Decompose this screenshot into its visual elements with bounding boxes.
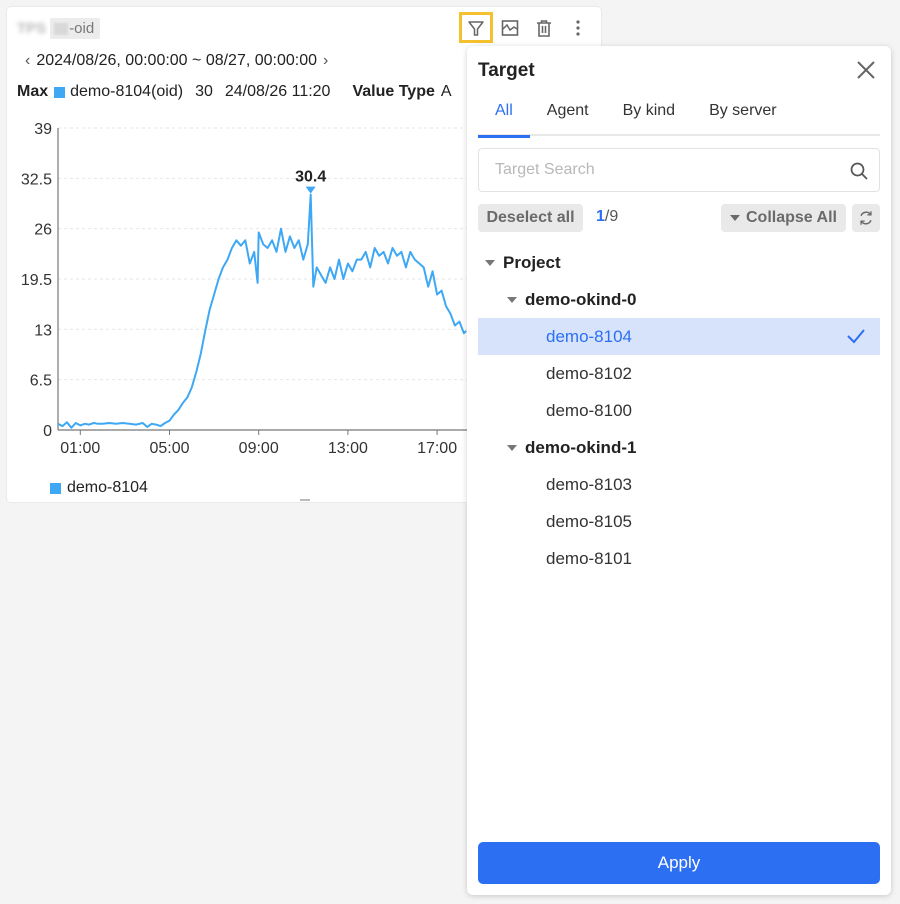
- target-tree: Project demo-okind-0 demo-8104 demo-8102…: [478, 244, 880, 577]
- caret-down-icon[interactable]: [507, 296, 517, 303]
- target-search: [478, 148, 880, 192]
- chart-legend: demo-8104: [50, 479, 148, 497]
- series-color-swatch: [54, 86, 66, 98]
- y-tick-label: 26: [34, 222, 52, 239]
- x-tick-label: 01:00: [60, 440, 100, 457]
- max-value: 30: [195, 83, 213, 100]
- tree-item[interactable]: demo-8103: [478, 466, 880, 503]
- more-button[interactable]: [561, 12, 595, 43]
- tree-item[interactable]: demo-8100: [478, 392, 880, 429]
- tab-by-kind[interactable]: By kind: [606, 98, 692, 136]
- tree-item[interactable]: demo-8104: [478, 318, 880, 355]
- max-info-row: Max demo-8104(oid) 30 24/08/26 11:20 Val…: [17, 83, 472, 101]
- tab-all[interactable]: All: [478, 98, 530, 138]
- y-tick-label: 0: [43, 423, 52, 440]
- selection-count: 1/9: [596, 208, 618, 226]
- tree-item[interactable]: demo-8105: [478, 503, 880, 540]
- widget-title-blurred: TPS: [17, 19, 47, 37]
- legend-swatch: [50, 482, 61, 494]
- series-line: [57, 193, 467, 429]
- refresh-icon: [860, 211, 872, 225]
- delete-button[interactable]: [527, 12, 561, 43]
- x-tick-label: 13:00: [328, 440, 368, 457]
- chart-icon: [501, 19, 519, 36]
- peak-marker: [305, 186, 316, 194]
- deselect-all-button[interactable]: Deselect all: [478, 204, 583, 232]
- filter-button[interactable]: [459, 12, 493, 43]
- x-tick-label: 05:00: [149, 440, 189, 457]
- tree-group[interactable]: demo-okind-1: [478, 429, 880, 466]
- tree-item[interactable]: demo-8101: [478, 540, 880, 577]
- tree-item-label: demo-8103: [546, 474, 633, 494]
- tree-item-label: demo-8101: [546, 548, 633, 568]
- resize-handle[interactable]: [300, 499, 310, 501]
- y-tick-label: 13: [34, 322, 52, 339]
- peak-label: 30.4: [295, 169, 326, 186]
- caret-down-icon: [730, 215, 740, 221]
- redacted-text: [54, 22, 69, 35]
- x-tick-label: 17:00: [417, 440, 457, 457]
- max-label: Max: [17, 83, 49, 100]
- selected-count: 1: [596, 208, 605, 225]
- legend-label[interactable]: demo-8104: [67, 479, 148, 497]
- close-icon[interactable]: [855, 59, 877, 81]
- collapse-all-button[interactable]: Collapse All: [721, 204, 846, 232]
- tab-agent[interactable]: Agent: [530, 98, 606, 136]
- target-search-input[interactable]: [479, 161, 839, 179]
- trash-icon: [537, 19, 551, 37]
- tree-item-label: demo-8104: [546, 326, 633, 346]
- caret-down-icon[interactable]: [485, 259, 495, 266]
- line-chart: 0 6.5 13 19.5 26 32.5 39 01:00 05:00 09:00 13:00 17…: [21, 121, 477, 457]
- tree-item[interactable]: demo-8102: [478, 355, 880, 392]
- tree-node-label: Project: [503, 252, 561, 272]
- tree-root-project[interactable]: Project: [478, 244, 880, 281]
- widget-title: TPS -oid: [17, 17, 101, 39]
- collapse-all-label: Collapse All: [746, 209, 837, 226]
- more-vertical-icon: [576, 19, 580, 36]
- panel-title: Target: [478, 60, 535, 81]
- target-tabs: All Agent By kind By server: [478, 98, 880, 138]
- next-range-button[interactable]: ›: [323, 52, 328, 70]
- caret-down-icon[interactable]: [507, 444, 517, 451]
- tree-group[interactable]: demo-okind-0: [478, 281, 880, 318]
- tree-item-label: demo-8100: [546, 400, 633, 420]
- prev-range-button[interactable]: ‹: [25, 52, 30, 70]
- y-tick-label: 6.5: [30, 373, 52, 390]
- apply-button[interactable]: Apply: [478, 842, 880, 884]
- tree-node-label: demo-okind-0: [525, 289, 637, 309]
- total-count: /9: [604, 208, 619, 225]
- tab-by-server[interactable]: By server: [692, 98, 794, 136]
- search-icon[interactable]: [849, 161, 869, 181]
- tree-node-label: demo-okind-1: [525, 437, 637, 457]
- x-tick-label: 09:00: [239, 440, 279, 457]
- refresh-button[interactable]: [852, 204, 880, 232]
- y-tick-label: 32.5: [21, 171, 52, 188]
- check-icon: [847, 329, 865, 344]
- chart-type-button[interactable]: [493, 12, 527, 43]
- filter-icon: [468, 20, 484, 36]
- max-time: 24/08/26 11:20: [224, 83, 331, 100]
- tree-item-label: demo-8105: [546, 511, 633, 531]
- widget-toolbar: [459, 12, 595, 43]
- y-tick-label: 39: [34, 121, 52, 138]
- max-series: demo-8104(oid): [70, 83, 184, 100]
- value-type-label: Value Type: [352, 83, 435, 100]
- value-type-value: A: [440, 83, 452, 100]
- widget-title-chip: -oid: [50, 17, 101, 39]
- date-range-text: 2024/08/26, 00:00:00 ~ 08/27, 00:00:00: [36, 52, 318, 69]
- y-tick-label: 19.5: [21, 272, 52, 289]
- widget-title-suffix: -oid: [69, 19, 95, 37]
- target-panel: Target All Agent By kind By server Desel…: [467, 46, 891, 895]
- date-range: ‹ 2024/08/26, 00:00:00 ~ 08/27, 00:00:00…: [25, 52, 328, 70]
- tree-item-label: demo-8102: [546, 363, 633, 383]
